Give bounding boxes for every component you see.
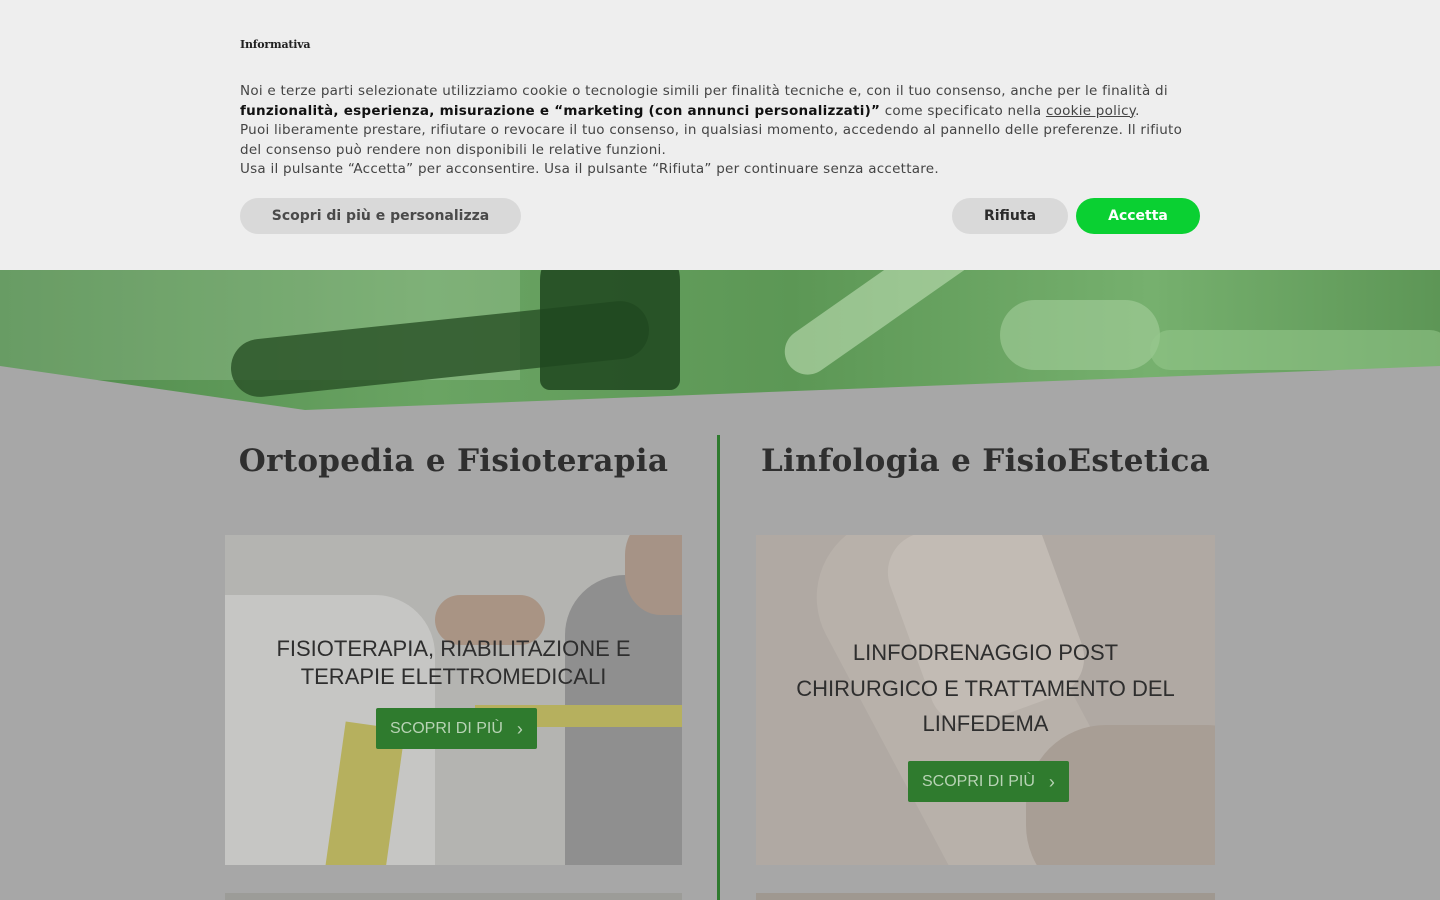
cookie-banner: Informativa Noi e terze parti selezionat… xyxy=(0,0,1440,270)
cookie-policy-link[interactable]: cookie policy xyxy=(1046,103,1135,119)
next-card-right-peek xyxy=(756,893,1215,900)
banner-para1-text: Noi e terze parti selezionate utilizziam… xyxy=(240,83,1168,99)
banner-para1-text2: come specificato nella xyxy=(880,102,1046,119)
next-card-left-peek xyxy=(225,893,682,900)
column-title-ortopedia: Ortopedia e Fisioterapia xyxy=(238,443,669,479)
reject-button[interactable]: Rifiuta xyxy=(952,198,1068,234)
banner-paragraph-1: Noi e terze parti selezionate utilizziam… xyxy=(240,82,1200,121)
button-label: SCOPRI DI PIÙ xyxy=(390,719,503,737)
scopri-di-piu-button[interactable]: SCOPRI DI PIÙ › xyxy=(908,761,1069,802)
card-photo-fisioterapia xyxy=(225,535,682,865)
service-card-fisioterapia[interactable]: FISIOTERAPIA, RIABILITAZIONE E TERAPIE E… xyxy=(225,535,682,865)
banner-para1-end: . xyxy=(1135,102,1140,119)
chevron-right-icon: › xyxy=(1048,771,1055,792)
learn-more-customize-button[interactable]: Scopri di più e personalizza xyxy=(240,198,521,234)
banner-paragraph-3: Usa il pulsante “Accetta” per acconsenti… xyxy=(240,161,939,178)
banner-paragraph-2: Puoi liberamente prestare, rifiutare o r… xyxy=(240,122,1183,158)
card-title: LINFODRENAGGIO POST CHIRURGICO E TRATTAM… xyxy=(796,640,1175,737)
services-section xyxy=(0,366,1440,900)
service-card-linfodrenaggio[interactable]: LINFODRENAGGIO POST CHIRURGICO E TRATTAM… xyxy=(756,535,1215,865)
banner-text: Noi e terze parti selezionate utilizziam… xyxy=(240,82,1200,180)
banner-buttons: Scopri di più e personalizza Rifiuta Acc… xyxy=(240,198,1200,234)
accept-button[interactable]: Accetta xyxy=(1076,198,1200,234)
card-title: FISIOTERAPIA, RIABILITAZIONE E TERAPIE E… xyxy=(276,636,631,689)
banner-title: Informativa xyxy=(240,38,311,51)
hero-therapist-hands xyxy=(1000,300,1160,370)
chevron-right-icon: › xyxy=(516,718,523,739)
column-divider xyxy=(717,435,720,900)
scopri-di-piu-button[interactable]: SCOPRI DI PIÙ › xyxy=(376,708,537,749)
column-title-linfologia: Linfologia e FisioEstetica xyxy=(760,443,1211,479)
button-label: SCOPRI DI PIÙ xyxy=(922,772,1035,790)
hero-treatment-bed xyxy=(1150,330,1440,370)
banner-para1-bold: funzionalità, esperienza, misurazione e … xyxy=(240,102,881,119)
